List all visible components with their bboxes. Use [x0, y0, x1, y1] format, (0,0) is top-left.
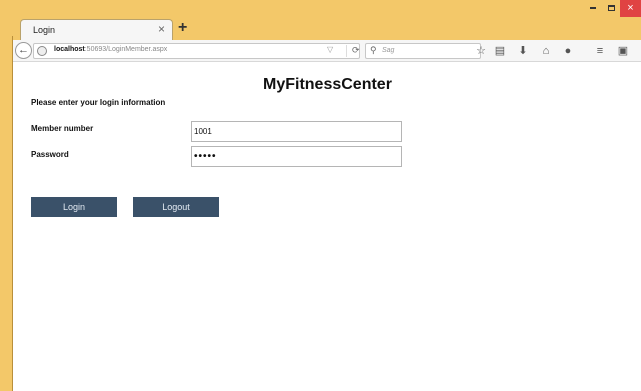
url-host: localhost: [54, 46, 85, 53]
search-icon: ⚲: [370, 45, 377, 55]
url-dropdown-icon[interactable]: ▽: [327, 45, 333, 54]
search-input[interactable]: Sag: [382, 47, 394, 54]
star-icon[interactable]: ☆: [474, 43, 488, 59]
back-arrow-icon[interactable]: ←: [15, 42, 32, 59]
member-number-field[interactable]: [191, 121, 402, 142]
browser-tab[interactable]: Login ×: [20, 19, 173, 40]
new-tab-button[interactable]: +: [178, 20, 187, 36]
reload-icon[interactable]: ⟳: [346, 45, 360, 57]
password-label: Password: [31, 150, 69, 159]
logout-button[interactable]: Logout: [133, 197, 219, 217]
page-title: MyFitnessCenter: [263, 76, 392, 93]
login-instructions: Please enter your login information: [31, 98, 166, 107]
reading-list-icon[interactable]: ▤: [493, 43, 507, 59]
search-bar[interactable]: ⚲ Sag: [365, 43, 481, 59]
chat-icon[interactable]: ●: [561, 43, 575, 59]
url-text: localhost:50693/LoginMember.aspx: [54, 46, 167, 53]
password-field[interactable]: [191, 146, 402, 167]
navigation-bar: ← localhost:50693/LoginMember.aspx ▽ ⟳ ⚲…: [13, 40, 641, 62]
menu-icon[interactable]: ≡: [593, 43, 607, 59]
login-button[interactable]: Login: [31, 197, 117, 217]
site-identity-icon[interactable]: [37, 46, 47, 56]
pocket-icon[interactable]: ▣: [616, 43, 630, 59]
window-close-icon[interactable]: ×: [620, 0, 641, 17]
home-icon[interactable]: ⌂: [539, 43, 553, 59]
tab-close-icon[interactable]: ×: [158, 22, 165, 36]
tab-title: Login: [33, 25, 56, 35]
download-icon[interactable]: ⬇: [516, 43, 530, 59]
member-number-label: Member number: [31, 124, 94, 133]
url-path: :50693/LoginMember.aspx: [84, 46, 168, 53]
page-content: MyFitnessCenter Please enter your login …: [13, 62, 641, 391]
url-bar[interactable]: localhost:50693/LoginMember.aspx ▽ ⟳: [33, 43, 360, 59]
minimize-icon[interactable]: [584, 0, 602, 17]
maximize-icon[interactable]: [602, 0, 620, 17]
